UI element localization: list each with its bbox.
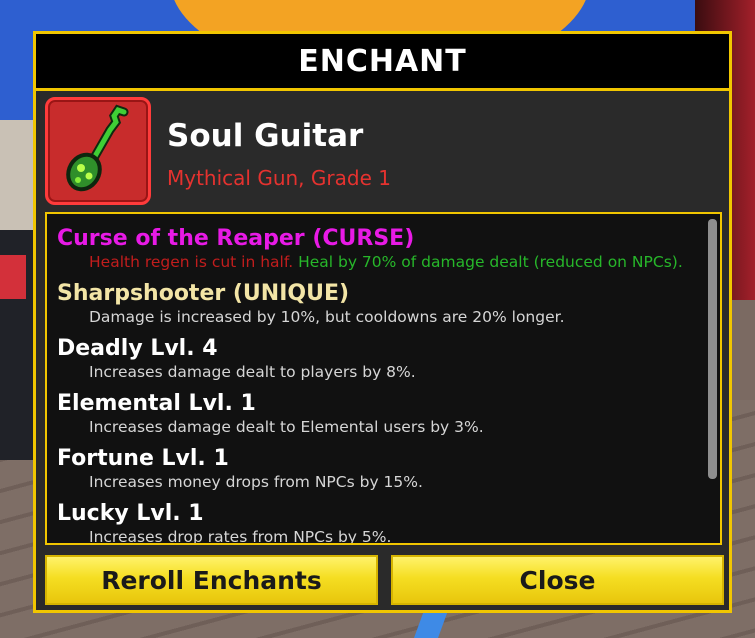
item-name: Soul Guitar — [167, 118, 364, 154]
title-bar: ENCHANT — [36, 34, 729, 91]
enchant-entry-curse: Curse of the Reaper (CURSE) Health regen… — [57, 226, 683, 271]
enchant-description: Increases drop rates from NPCs by 5%. — [89, 528, 392, 545]
enchant-list[interactable]: Curse of the Reaper (CURSE) Health regen… — [45, 212, 722, 545]
red-object-backdrop — [0, 255, 26, 299]
enchant-entry-fortune: Fortune Lvl. 1 Increases money drops fro… — [57, 446, 423, 491]
enchant-entry-deadly: Deadly Lvl. 4 Increases damage dealt to … — [57, 336, 416, 381]
enchant-title: Deadly Lvl. 4 — [57, 336, 218, 361]
close-button[interactable]: Close — [391, 555, 724, 605]
enchant-entry-elemental: Elemental Lvl. 1 Increases damage dealt … — [57, 391, 484, 436]
enchant-title: Lucky Lvl. 1 — [57, 501, 204, 526]
reroll-enchants-button[interactable]: Reroll Enchants — [45, 555, 378, 605]
enchant-panel: ENCHANT Soul Guitar Mythical Gun, Grade … — [33, 31, 732, 613]
enchant-title: Fortune Lvl. 1 — [57, 446, 229, 471]
enchant-list-scrollbar[interactable] — [708, 219, 717, 479]
panel-title: ENCHANT — [298, 43, 467, 79]
enchant-entry-lucky: Lucky Lvl. 1 Increases drop rates from N… — [57, 501, 392, 545]
enchant-description: Health regen is cut in half. Heal by 70%… — [89, 253, 683, 271]
soul-guitar-icon — [66, 104, 129, 192]
enchant-description: Increases damage dealt to players by 8%. — [89, 363, 416, 381]
enchant-positive-effect: Heal by 70% of damage dealt (reduced on … — [298, 253, 683, 271]
enchant-negative-effect: Health regen is cut in half. — [89, 253, 294, 271]
item-icon-frame — [45, 97, 151, 205]
enchant-title: Elemental Lvl. 1 — [57, 391, 256, 416]
enchant-entry-sharpshooter: Sharpshooter (UNIQUE) Damage is increase… — [57, 281, 565, 326]
enchant-title: Curse of the Reaper (CURSE) — [57, 226, 415, 251]
enchant-description: Damage is increased by 10%, but cooldown… — [89, 308, 565, 326]
enchant-title: Sharpshooter (UNIQUE) — [57, 281, 350, 306]
item-rarity-grade: Mythical Gun, Grade 1 — [167, 166, 391, 190]
enchant-description: Increases damage dealt to Elemental user… — [89, 418, 484, 436]
enchant-description: Increases money drops from NPCs by 15%. — [89, 473, 423, 491]
